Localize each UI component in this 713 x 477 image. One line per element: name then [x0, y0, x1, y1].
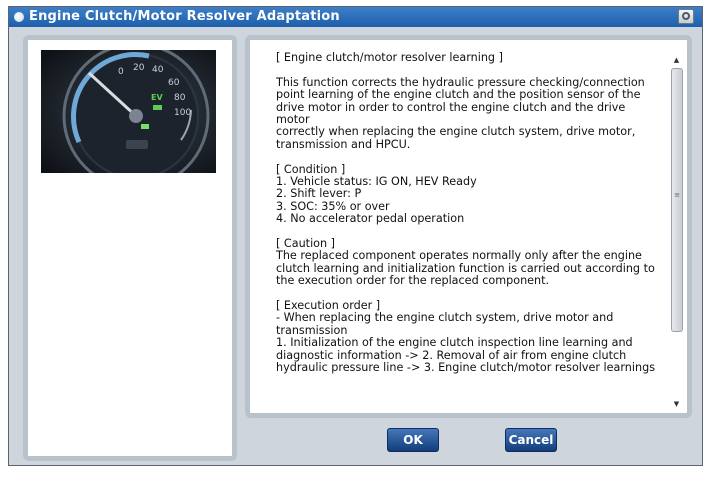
- text-line: 4. No accelerator pedal operation: [276, 212, 465, 226]
- title-bar: Engine Clutch/Motor Resolver Adaptation: [9, 7, 702, 27]
- image-panel: 0 20 40 60 80 100 EV: [23, 35, 237, 461]
- tick-label: 40: [152, 65, 164, 75]
- text-line: transmission and HPCU.: [276, 137, 411, 151]
- scroll-thumb[interactable]: ≡: [671, 68, 683, 332]
- tick-label: 100: [174, 108, 191, 118]
- app-icon: [14, 12, 24, 22]
- ok-button[interactable]: OK: [387, 428, 439, 452]
- text-line: - When replacing the engine clutch syste…: [276, 311, 614, 325]
- tick-label: 80: [174, 93, 186, 103]
- scroll-up-icon[interactable]: ▲: [670, 54, 683, 66]
- display-box: [126, 140, 148, 149]
- text-line: drive motor in order to control the engi…: [276, 100, 629, 127]
- window-title: Engine Clutch/Motor Resolver Adaptation: [29, 9, 340, 24]
- tick-label: 0: [118, 67, 124, 77]
- ready-icon: [141, 124, 149, 129]
- scroll-down-icon[interactable]: ▼: [670, 398, 683, 410]
- text-line: point learning of the engine clutch and …: [276, 88, 641, 102]
- cancel-button[interactable]: Cancel: [505, 428, 557, 452]
- tick-label: 20: [133, 63, 145, 73]
- ev-indicator: EV: [151, 93, 163, 102]
- vertical-scrollbar[interactable]: ▲ ≡ ▼: [670, 54, 683, 410]
- text-line: hydraulic pressure line -> 3. Engine clu…: [276, 361, 656, 375]
- grip-icon: ≡: [674, 191, 680, 199]
- text-line: the execution order for the replaced com…: [276, 274, 550, 288]
- tick-label: 60: [168, 78, 180, 88]
- text-line: correctly when replacing the engine clut…: [276, 125, 636, 139]
- text-line: The replaced component operates normally…: [276, 249, 642, 263]
- ev-icon: [153, 105, 162, 110]
- text-line: 2. Shift lever: P: [276, 187, 362, 201]
- dashboard-gauge-image: 0 20 40 60 80 100 EV: [41, 50, 216, 173]
- text-line: [ Engine clutch/motor resolver learning …: [276, 52, 503, 64]
- gauge-graphic: 0 20 40 60 80 100 EV: [41, 50, 216, 173]
- adaptation-dialog: Engine Clutch/Motor Resolver Adaptation: [8, 6, 703, 466]
- needle-hub: [129, 109, 143, 123]
- text-line: 1. Initialization of the engine clutch i…: [276, 336, 633, 350]
- info-panel: [ Engine clutch/motor resolver learning …: [245, 35, 692, 418]
- capture-icon[interactable]: [678, 9, 694, 24]
- instructions-text[interactable]: [ Engine clutch/motor resolver learning …: [276, 52, 656, 407]
